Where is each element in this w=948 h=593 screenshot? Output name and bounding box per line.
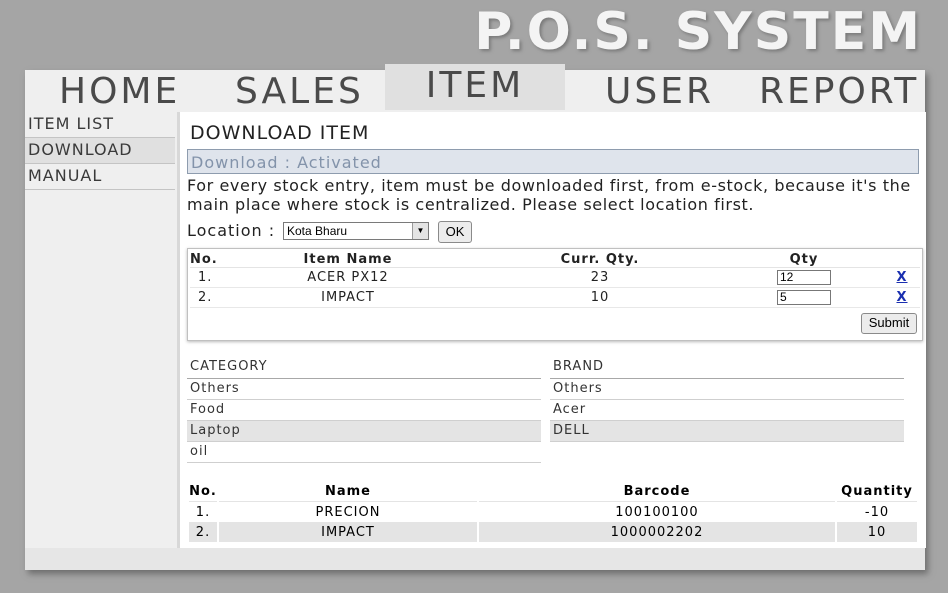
- table-row: 2. IMPACT 1000002202 10: [189, 522, 917, 542]
- location-select[interactable]: Kota Bharu ▼: [283, 222, 429, 240]
- row-name: PRECION: [315, 504, 381, 520]
- category-item[interactable]: Others: [187, 379, 541, 400]
- delete-link[interactable]: X: [896, 270, 907, 285]
- col-no: No.: [189, 482, 217, 502]
- row-name: IMPACT: [219, 522, 477, 542]
- category-list: CATEGORY Others Food Laptop oil: [187, 357, 541, 463]
- category-item[interactable]: Food: [187, 400, 541, 421]
- row-curr-qty: 10: [476, 287, 724, 308]
- col-quantity: Quantity: [837, 482, 917, 502]
- col-curr-qty: Curr. Qty.: [476, 251, 724, 268]
- table-row: 1. ACER PX12 23 X: [190, 267, 920, 288]
- col-item-name: Item Name: [220, 251, 476, 268]
- row-barcode: 1000002202: [479, 522, 835, 542]
- nav-report[interactable]: REPORT: [759, 70, 919, 112]
- col-name: Name: [219, 482, 477, 502]
- location-label: Location :: [187, 221, 276, 240]
- nav-home[interactable]: HOME: [59, 70, 180, 112]
- row-item-name: ACER PX12: [220, 267, 476, 288]
- brand-item[interactable]: DELL: [550, 421, 904, 442]
- submit-button[interactable]: Submit: [861, 313, 917, 334]
- table-row: 1. PRECION 100100100 -10: [189, 502, 917, 522]
- footer-strip: [25, 548, 925, 570]
- dropdown-arrow-icon[interactable]: ▼: [412, 223, 428, 239]
- row-item-name: IMPACT: [220, 287, 476, 308]
- category-item[interactable]: Laptop: [187, 421, 541, 442]
- brand-item[interactable]: Others: [550, 379, 904, 400]
- sidebar-item-download[interactable]: DOWNLOAD: [25, 138, 175, 164]
- nav-user[interactable]: USER: [605, 70, 714, 112]
- col-qty: Qty: [724, 251, 884, 268]
- download-table: No. Item Name Curr. Qty. Qty 1. ACER PX1…: [190, 251, 920, 308]
- delete-link[interactable]: X: [896, 290, 907, 305]
- row-barcode: 100100100: [615, 504, 699, 520]
- nav-item[interactable]: ITEM: [385, 64, 565, 110]
- brand-item[interactable]: Acer: [550, 400, 904, 421]
- table-row: 2. IMPACT 10 X: [190, 287, 920, 308]
- stock-table: No. Name Barcode Quantity 1. PRECION 100…: [187, 482, 919, 542]
- brand-list: BRAND Others Acer DELL: [550, 357, 904, 442]
- description-text: For every stock entry, item must be down…: [187, 176, 911, 214]
- category-header: CATEGORY: [187, 357, 541, 379]
- row-no: 2.: [189, 522, 217, 542]
- page-title: DOWNLOAD ITEM: [190, 122, 370, 144]
- app-title: P.O.S. SYSTEM: [474, 2, 922, 62]
- download-panel: No. Item Name Curr. Qty. Qty 1. ACER PX1…: [187, 248, 923, 341]
- ok-button[interactable]: OK: [438, 221, 472, 243]
- sidebar-item-manual[interactable]: MANUAL: [25, 164, 175, 190]
- category-item[interactable]: oil: [187, 442, 541, 463]
- top-nav: HOME SALES ITEM USER REPORT: [25, 64, 925, 112]
- location-selected-value: Kota Bharu: [287, 224, 348, 238]
- nav-sales[interactable]: SALES: [235, 70, 364, 112]
- status-banner: Download : Activated: [187, 149, 919, 174]
- app-window: HOME SALES ITEM USER REPORT ITEM LIST DO…: [25, 64, 926, 570]
- qty-input[interactable]: [777, 270, 831, 285]
- brand-header: BRAND: [550, 357, 904, 379]
- qty-input[interactable]: [777, 290, 831, 305]
- col-no: No.: [190, 251, 220, 268]
- row-no: 1.: [195, 504, 211, 520]
- row-no: 2.: [190, 287, 220, 308]
- row-no: 1.: [190, 267, 220, 288]
- row-quantity: -10: [864, 504, 890, 520]
- row-quantity: 10: [837, 522, 917, 542]
- col-delete: [884, 251, 920, 268]
- sidebar-item-item-list[interactable]: ITEM LIST: [25, 112, 175, 138]
- col-barcode: Barcode: [479, 482, 835, 502]
- sidebar: ITEM LIST DOWNLOAD MANUAL: [25, 112, 175, 190]
- row-curr-qty: 23: [476, 267, 724, 288]
- content-panel: DOWNLOAD ITEM Download : Activated For e…: [177, 112, 926, 548]
